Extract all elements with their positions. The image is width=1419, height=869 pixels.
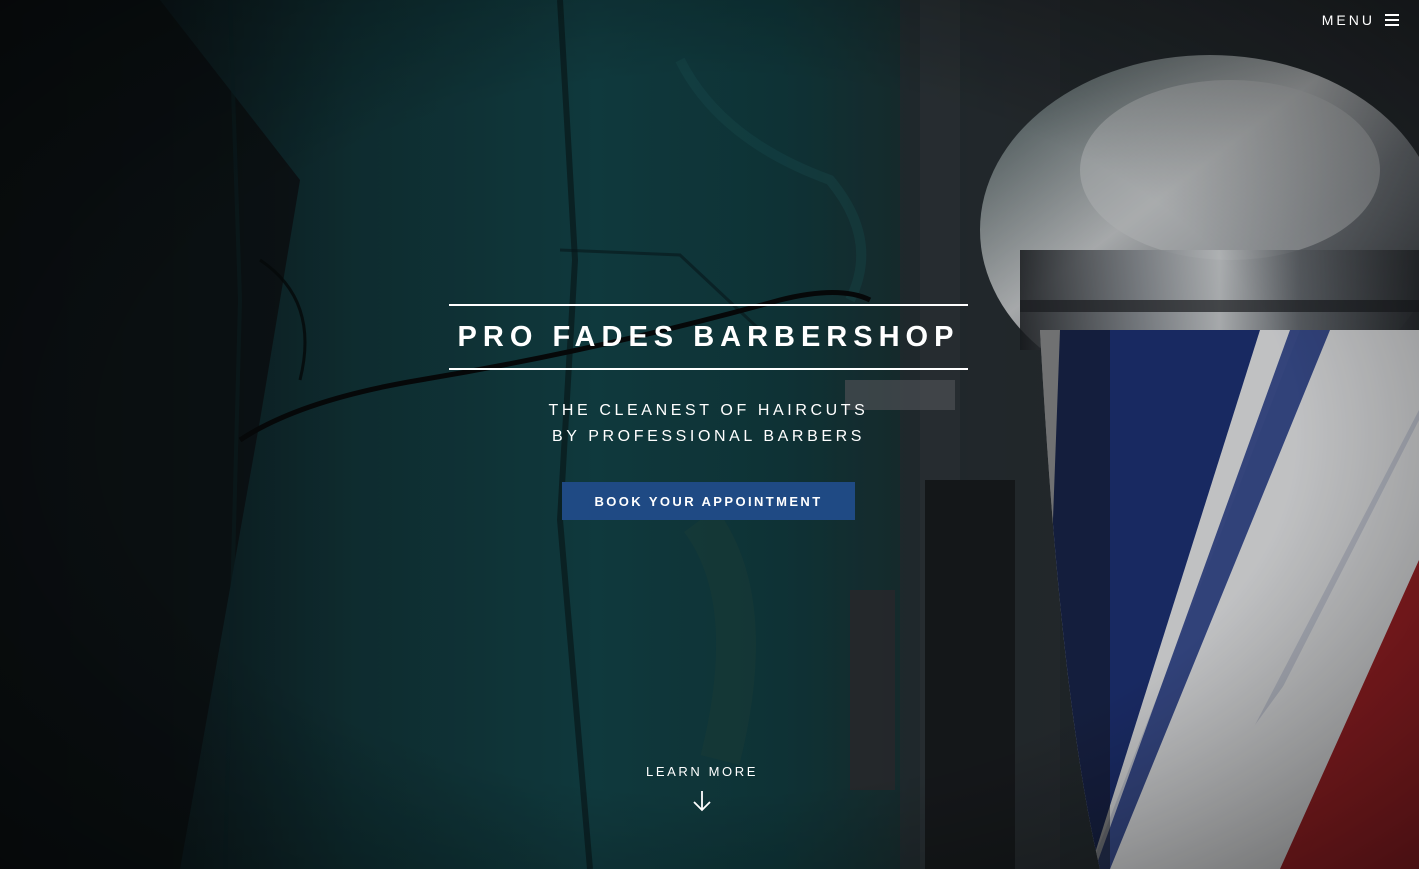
hamburger-icon	[1385, 14, 1399, 26]
hero-section: MENU PRO FADES BARBERSHOP THE CLEANEST O…	[0, 0, 1419, 869]
book-appointment-button[interactable]: BOOK YOUR APPOINTMENT	[562, 482, 855, 520]
learn-more-label: LEARN MORE	[646, 764, 758, 779]
tagline-line-2: BY PROFESSIONAL BARBERS	[551, 428, 866, 445]
page-title: PRO FADES BARBERSHOP	[457, 320, 960, 353]
menu-button[interactable]: MENU	[1322, 12, 1399, 28]
menu-label: MENU	[1321, 12, 1375, 28]
learn-more-link[interactable]: LEARN MORE	[602, 764, 802, 813]
arrow-down-icon	[693, 791, 711, 812]
tagline: THE CLEANEST OF HAIRCUTS BY PROFESSIONAL…	[449, 398, 968, 450]
tagline-line-1: THE CLEANEST OF HAIRCUTS	[548, 402, 869, 419]
title-frame: PRO FADES BARBERSHOP	[449, 304, 968, 370]
